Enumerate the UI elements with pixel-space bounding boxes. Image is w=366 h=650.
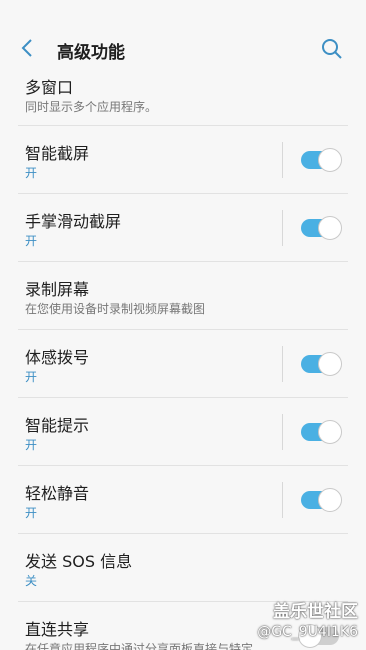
setting-smart-capture[interactable]: 智能截屏 开 — [18, 126, 348, 194]
setting-subtitle: 同时显示多个应用程序。 — [25, 100, 158, 114]
setting-title: 手掌滑动截屏 — [25, 212, 122, 231]
setting-title: 轻松静音 — [25, 484, 90, 503]
setting-title: 体感拨号 — [25, 348, 90, 367]
setting-status: 关 — [25, 574, 38, 588]
divider — [282, 210, 283, 246]
setting-multi-window[interactable]: 多窗口 同时显示多个应用程序。 — [18, 70, 348, 126]
direct-call-toggle[interactable] — [301, 352, 342, 376]
watermark: 盖乐世社区 @GC_9U4I1K6 — [257, 597, 358, 640]
page-title: 高级功能 — [57, 43, 125, 63]
setting-title: 直连共享 — [25, 620, 90, 639]
setting-status: 开 — [25, 370, 38, 384]
settings-list: 多窗口 同时显示多个应用程序。 智能截屏 开 手掌滑动截屏 开 录制屏幕 在您使… — [0, 70, 366, 650]
divider — [282, 482, 283, 518]
setting-status: 开 — [25, 506, 38, 520]
divider — [282, 414, 283, 450]
setting-title: 录制屏幕 — [25, 280, 90, 299]
smart-capture-toggle[interactable] — [301, 148, 342, 172]
setting-title: 智能截屏 — [25, 144, 90, 163]
divider — [282, 142, 283, 178]
setting-screen-recording[interactable]: 录制屏幕 在您使用设备时录制视频屏幕截图 — [18, 262, 348, 330]
setting-status: 开 — [25, 166, 38, 180]
setting-palm-swipe-capture[interactable]: 手掌滑动截屏 开 — [18, 194, 348, 262]
setting-title: 智能提示 — [25, 416, 90, 435]
palm-swipe-capture-toggle[interactable] — [301, 216, 342, 240]
setting-status: 开 — [25, 234, 38, 248]
setting-send-sos[interactable]: 发送 SOS 信息 关 — [18, 534, 348, 602]
search-icon[interactable] — [320, 37, 344, 61]
setting-status: 开 — [25, 438, 38, 452]
watermark-handle: @GC_9U4I1K6 — [257, 624, 358, 640]
app-header: 高级功能 — [0, 0, 366, 70]
setting-easy-mute[interactable]: 轻松静音 开 — [18, 466, 348, 534]
setting-title: 多窗口 — [25, 78, 74, 97]
setting-title: 发送 SOS 信息 — [25, 552, 133, 571]
setting-smart-alert[interactable]: 智能提示 开 — [18, 398, 348, 466]
setting-subtitle: 在任意应用程序中通过分享面板直接与特定 — [25, 642, 254, 650]
setting-direct-call[interactable]: 体感拨号 开 — [18, 330, 348, 398]
easy-mute-toggle[interactable] — [301, 488, 342, 512]
smart-alert-toggle[interactable] — [301, 420, 342, 444]
divider — [282, 346, 283, 382]
back-arrow-icon[interactable] — [16, 36, 40, 60]
setting-subtitle: 在您使用设备时录制视频屏幕截图 — [25, 302, 206, 316]
watermark-brand: 盖乐世社区 — [273, 602, 358, 622]
